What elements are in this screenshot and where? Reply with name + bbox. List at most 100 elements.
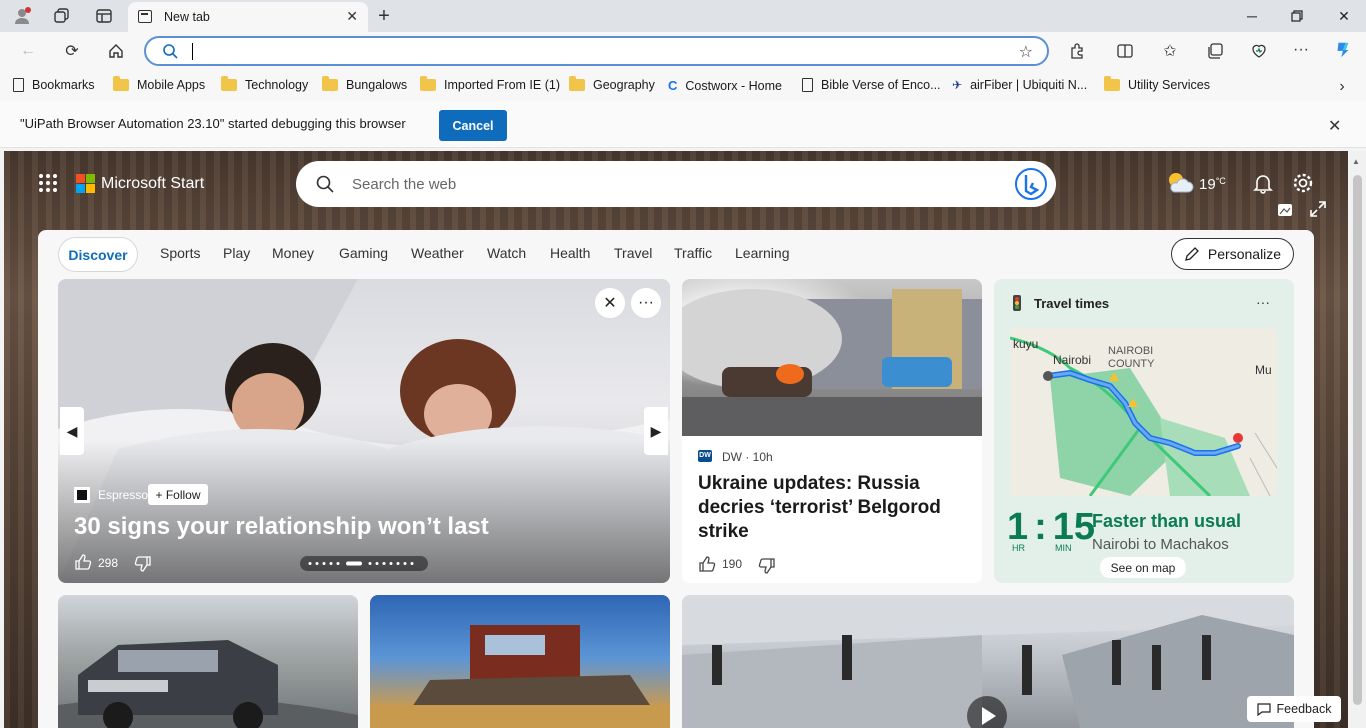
tab-watch[interactable]: Watch <box>487 245 526 261</box>
refresh-icon[interactable]: ⟳ <box>62 41 82 61</box>
background-info-icon[interactable] <box>1277 203 1293 220</box>
brand-title[interactable]: Microsoft Start <box>101 175 204 193</box>
workspaces-icon[interactable] <box>52 6 72 26</box>
close-infobar-icon[interactable]: ✕ <box>1328 116 1341 136</box>
apps-launcher-icon[interactable] <box>38 173 58 196</box>
bookmark-item[interactable]: Technology <box>221 76 309 92</box>
more-menu-icon[interactable]: ··· <box>1291 40 1311 60</box>
home-icon[interactable] <box>106 41 126 61</box>
feedback-button[interactable]: Feedback <box>1247 696 1341 722</box>
vertical-tabs-icon[interactable] <box>94 6 114 26</box>
like-icon[interactable] <box>74 553 92 574</box>
bookmark-item[interactable]: ✈ airFiber | Ubiquiti N... <box>952 78 1087 92</box>
close-tab-icon[interactable]: ✕ <box>346 8 358 25</box>
bookmark-label: Technology <box>245 78 309 92</box>
scroll-up-icon[interactable]: ▲ <box>1352 157 1360 166</box>
notifications-bell-icon[interactable] <box>1252 172 1274 197</box>
partly-cloudy-icon[interactable] <box>1166 170 1194 199</box>
folder-icon <box>221 76 237 91</box>
scrollbar-thumb[interactable] <box>1353 175 1362 705</box>
map-label: kuyu <box>1013 337 1039 351</box>
favorites-icon[interactable]: ✩ <box>1160 41 1180 61</box>
cancel-button[interactable]: Cancel <box>439 110 507 141</box>
temperature-unit: °C <box>1215 176 1226 186</box>
see-on-map-button[interactable]: See on map <box>1100 557 1186 578</box>
bookmark-label: Bookmarks <box>32 78 95 92</box>
split-screen-icon[interactable] <box>1115 41 1135 61</box>
new-tab-plus-icon[interactable]: + <box>374 5 394 27</box>
carousel-pagination[interactable] <box>300 556 428 571</box>
feedback-icon <box>1256 703 1271 716</box>
play-video-icon[interactable] <box>967 696 1007 728</box>
bookmark-item[interactable]: Imported From IE (1) <box>420 76 560 92</box>
follow-button[interactable]: + Follow <box>148 484 208 505</box>
tab-weather[interactable]: Weather <box>411 245 464 261</box>
bookmark-item[interactable]: Bible Verse of Enco... <box>802 78 941 92</box>
article-card-car[interactable] <box>58 595 358 728</box>
favorite-star-icon[interactable]: ☆ <box>1019 42 1033 62</box>
search-icon <box>316 175 334 196</box>
address-bar[interactable]: ☆ <box>144 36 1049 66</box>
extensions-icon[interactable] <box>1067 41 1087 61</box>
tab-gaming[interactable]: Gaming <box>339 245 388 261</box>
bookmark-item[interactable]: Bungalows <box>322 76 408 92</box>
settings-gear-icon[interactable] <box>1292 172 1314 197</box>
hero-source[interactable]: Espresso <box>98 488 148 502</box>
close-window-icon[interactable]: ✕ <box>1332 4 1356 28</box>
news-headline[interactable]: Ukraine updates: Russia decries ‘terrori… <box>698 472 968 544</box>
tab-play[interactable]: Play <box>223 245 250 261</box>
tab-new-tab[interactable]: New tab ✕ <box>128 2 368 32</box>
bookmark-label: Mobile Apps <box>137 78 206 92</box>
dislike-icon[interactable] <box>758 557 776 578</box>
new-tab-page-icon <box>138 10 152 23</box>
bookmark-label: Geography <box>593 78 655 92</box>
dislike-icon[interactable] <box>134 555 152 576</box>
expand-icon[interactable] <box>1310 201 1326 220</box>
bookmark-item[interactable]: Bookmarks <box>13 78 95 92</box>
bookmark-item[interactable]: Mobile Apps <box>113 76 206 92</box>
bookmark-label: Bungalows <box>346 78 408 92</box>
restore-icon[interactable] <box>1285 4 1309 28</box>
tab-sports[interactable]: Sports <box>160 245 200 261</box>
profile-icon[interactable] <box>12 6 32 26</box>
carousel-next-icon[interactable]: ▶ <box>644 407 668 455</box>
hero-headline[interactable]: 30 signs your relationship won’t last <box>74 513 489 541</box>
bookmark-label: Utility Services <box>1128 78 1210 92</box>
temperature-value: 19 <box>1199 176 1216 193</box>
collections-icon[interactable] <box>1205 41 1225 61</box>
tab-travel[interactable]: Travel <box>614 245 652 261</box>
bookmark-item[interactable]: Utility Services <box>1104 76 1210 92</box>
tab-money[interactable]: Money <box>272 245 314 261</box>
dismiss-close-icon[interactable]: ✕ <box>595 288 625 318</box>
back-icon[interactable]: ← <box>18 41 38 61</box>
article-card-harvester[interactable] <box>370 595 670 728</box>
feedback-label: Feedback <box>1276 702 1332 716</box>
bing-icon[interactable] <box>1014 167 1048 204</box>
microsoft-logo-icon[interactable] <box>76 174 96 194</box>
folder-icon <box>420 76 436 91</box>
minimize-icon[interactable]: ─ <box>1240 4 1264 28</box>
map-label: Nairobi <box>1053 353 1092 367</box>
like-icon[interactable] <box>698 555 716 576</box>
espresso-logo-icon <box>74 487 90 503</box>
folder-icon <box>569 76 585 91</box>
folder-icon <box>322 76 338 91</box>
bookmark-item[interactable]: Geography <box>569 76 655 92</box>
bookmark-item[interactable]: C Costworx - Home <box>668 78 782 93</box>
tab-learning[interactable]: Learning <box>735 245 790 261</box>
tab-traffic[interactable]: Traffic <box>674 245 712 261</box>
travel-more-options-icon[interactable]: ··· <box>1256 294 1270 310</box>
tab-health[interactable]: Health <box>550 245 590 261</box>
news-source[interactable]: DW · 10h <box>722 450 773 464</box>
weather-temperature[interactable]: 19°C <box>1199 176 1226 193</box>
carousel-prev-icon[interactable]: ◀ <box>60 407 84 455</box>
tab-discover[interactable]: Discover <box>58 237 138 272</box>
search-icon <box>162 43 178 62</box>
bookmarks-icon <box>13 78 24 92</box>
copilot-icon[interactable] <box>1333 40 1353 60</box>
bookmark-label: Imported From IE (1) <box>444 78 560 92</box>
browser-essentials-icon[interactable] <box>1249 41 1269 61</box>
personalize-button[interactable]: Personalize <box>1171 238 1294 270</box>
more-options-icon[interactable]: ··· <box>631 288 661 318</box>
bookmarks-overflow-chevron-icon[interactable]: › <box>1332 77 1352 97</box>
